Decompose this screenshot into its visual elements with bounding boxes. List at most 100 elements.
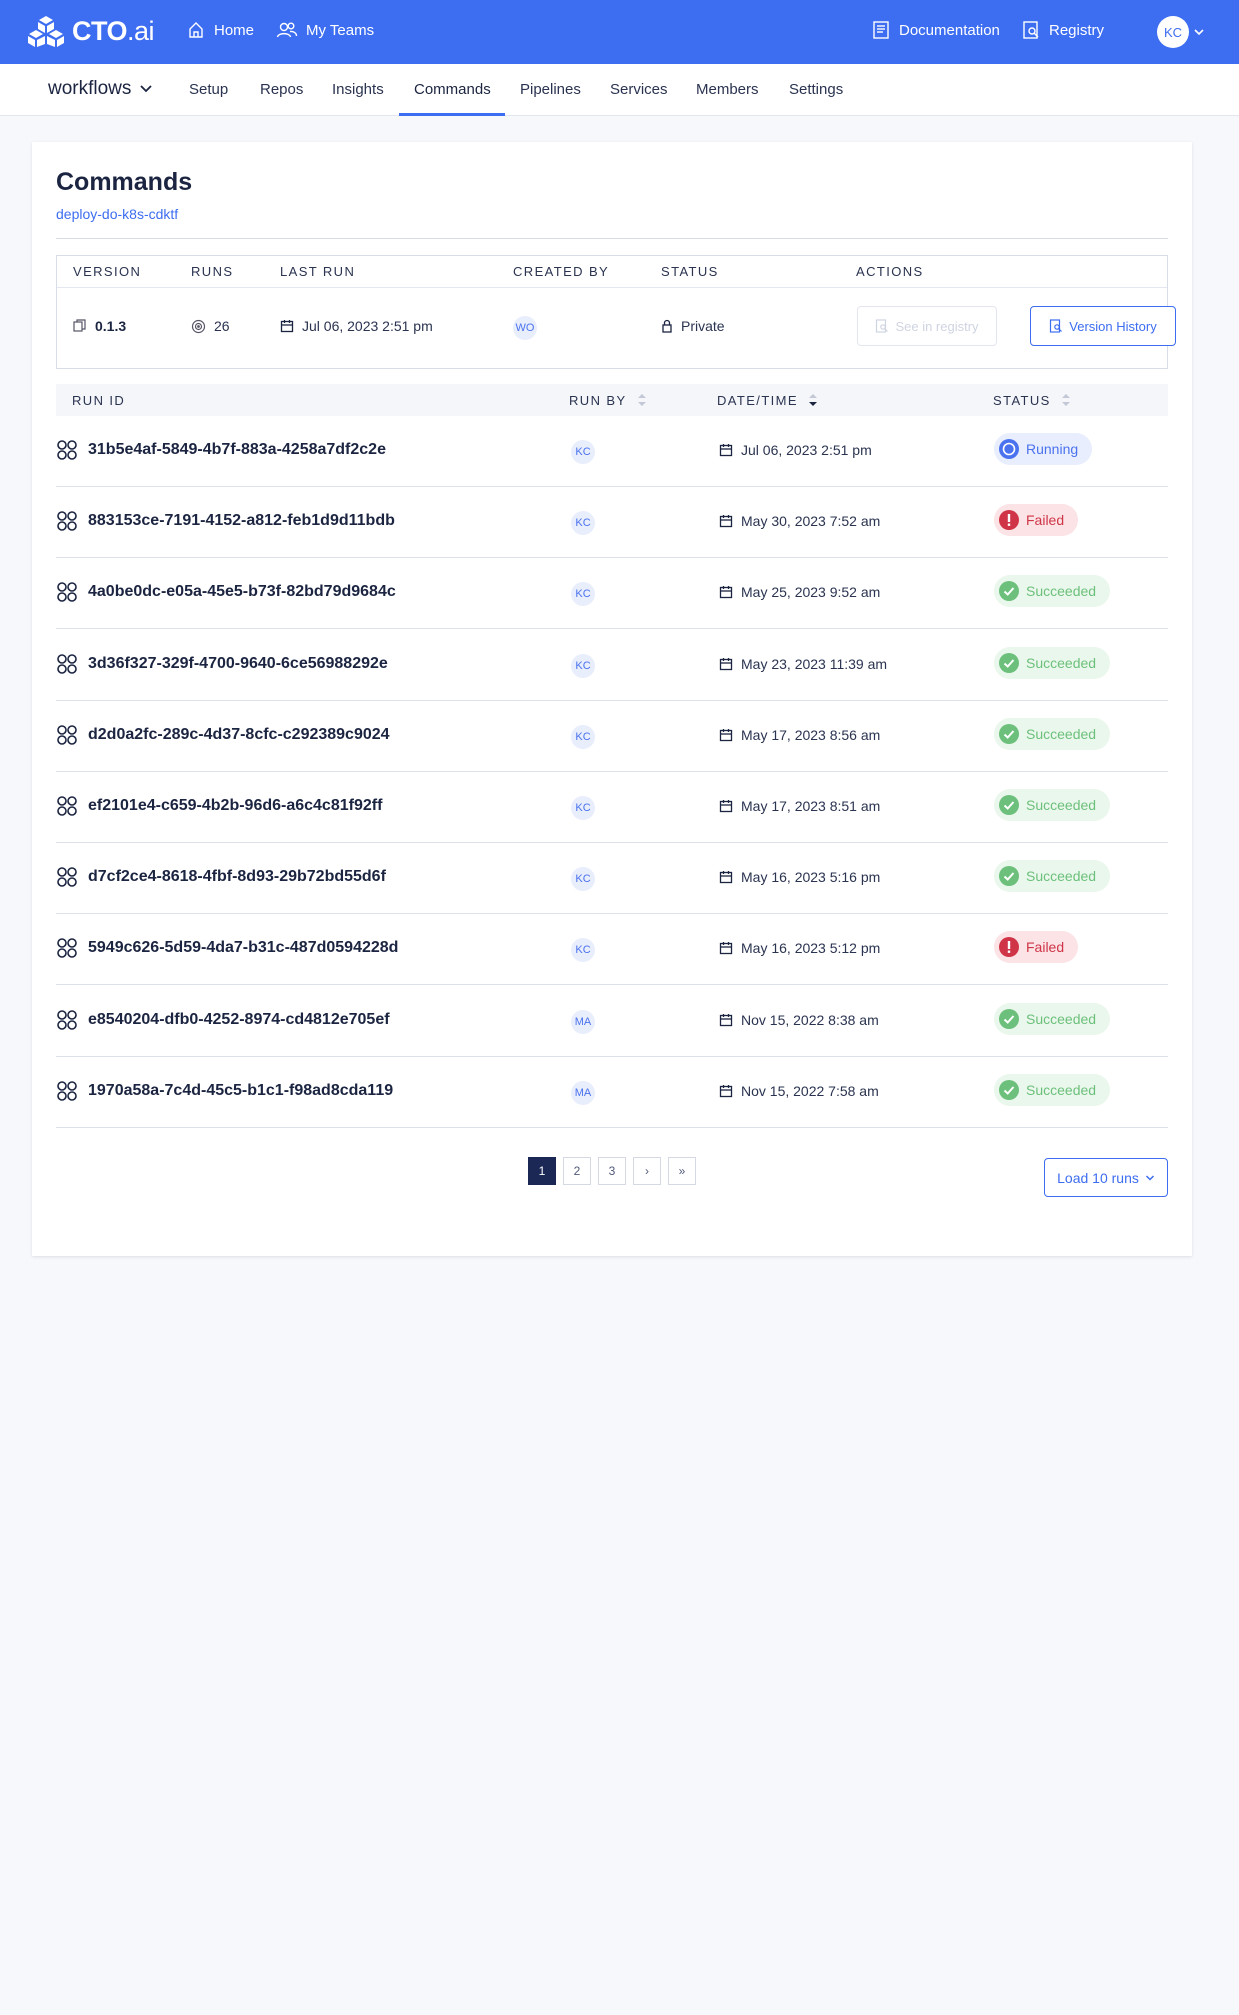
run-id-cell[interactable]: d2d0a2fc-289c-4d37-8cfc-c292389c9024 [56,724,390,746]
run-group-icon [57,582,77,603]
run-by-avatar[interactable]: KC [571,938,595,963]
run-date: May 16, 2023 5:16 pm [741,869,881,886]
run-by-avatar[interactable]: KC [571,511,595,536]
tab-commands[interactable]: Commands [414,81,491,98]
logo[interactable]: CTO.ai [26,14,155,48]
nav-my-teams-label: My Teams [306,21,375,39]
run-id-cell[interactable]: ef2101e4-c659-4b2b-96d6-a6c4c81f92ff [56,795,382,817]
nav-documentation[interactable]: Documentation [871,20,1000,40]
tab-pipelines[interactable]: Pipelines [520,81,581,98]
run-by-avatar[interactable]: KC [571,796,595,820]
sort-date-time[interactable]: DATE/TIME [717,392,818,408]
run-by-avatar[interactable]: MA [571,1009,595,1034]
status-badge: Succeeded [994,1073,1111,1106]
run-id-cell[interactable]: 4a0be0dc-e05a-45e5-b73f-82bd79d9684c [56,581,396,603]
table-row[interactable]: 3d36f327-329f-4700-9640-6ce56988292e KC Ma… [56,630,1168,701]
table-row[interactable]: 883153ce-7191-4152-a812-feb1d9d11bdb KC Ma… [56,487,1168,559]
run-by-cell: KC [571,653,595,678]
command-name-link[interactable]: deploy-do-k8s-cdktf [56,206,178,222]
check-circle-icon [999,581,1019,602]
calendar-icon [280,320,294,333]
last-run-cell: Jul 06, 2023 2:51 pm [280,318,433,334]
nav-documentation-label: Documentation [899,21,1000,39]
run-by-cell: KC [571,796,595,820]
page-2-button[interactable]: 2 [563,1157,591,1185]
page-1-button[interactable]: 1 [528,1157,556,1185]
version-history-button[interactable]: Version History [1030,306,1176,346]
run-id: 5949c626-5d59-4da7-b31c-487d0594228d [88,939,399,957]
run-by-cell: MA [571,1009,595,1034]
page-title: Commands [56,168,193,196]
table-row[interactable]: d7cf2ce4-8618-4fbf-8d93-29b72bd55d6f KC Ma… [56,843,1168,915]
workspace-selector[interactable]: workflows [48,78,153,100]
run-by-avatar[interactable]: MA [571,1080,595,1105]
table-row[interactable]: d2d0a2fc-289c-4d37-8cfc-c292389c9024 KC Ma… [56,701,1168,772]
run-id-cell[interactable]: 5949c626-5d59-4da7-b31c-487d0594228d [56,937,398,959]
table-row[interactable]: ef2101e4-c659-4b2b-96d6-a6c4c81f92ff KC Ma… [56,772,1168,843]
run-by-avatar[interactable]: KC [571,582,595,607]
tab-members[interactable]: Members [696,81,759,98]
table-row[interactable]: e8540204-dfb0-4252-8974-cd4812e705ef MA No… [56,986,1168,1057]
creator-avatar[interactable]: WO [513,316,537,340]
next-page-button[interactable]: › [633,1157,661,1185]
load-more-button[interactable]: Load 10 runs [1044,1158,1168,1197]
run-by-cell: MA [571,1080,595,1105]
nav-my-teams[interactable]: My Teams [276,20,374,40]
run-id: ef2101e4-c659-4b2b-96d6-a6c4c81f92ff [88,797,383,814]
date-time-cell: May 16, 2023 5:16 pm [719,869,880,885]
history-icon [1050,319,1063,333]
error-icon [999,510,1019,531]
runs-icon [191,319,206,333]
table-row[interactable]: 5949c626-5d59-4da7-b31c-487d0594228d KC Ma… [56,914,1168,986]
see-in-registry-button[interactable]: See in registry [857,306,997,346]
run-id-cell[interactable]: e8540204-dfb0-4252-8974-cd4812e705ef [56,1009,390,1031]
calendar-icon [719,515,733,528]
date-time-cell: Nov 15, 2022 7:58 am [719,1083,879,1099]
run-id: 4a0be0dc-e05a-45e5-b73f-82bd79d9684c [88,583,396,601]
visibility-value: Private [681,318,725,334]
header-run-status: STATUS [993,392,1051,408]
runs-cell: 26 [191,318,230,334]
runs-value: 26 [214,318,230,334]
run-id-cell[interactable]: 1970a58a-7c4d-45c5-b1c1-f98ad8cda119 [56,1080,393,1102]
table-row[interactable]: 31b5e4af-5849-4b7f-883a-4258a7df2c2e KC Ju… [56,416,1168,487]
tab-repos[interactable]: Repos [260,81,303,98]
run-by-avatar[interactable]: KC [571,867,595,892]
run-date: May 23, 2023 11:39 am [741,655,888,672]
date-time-cell: May 30, 2023 7:52 am [719,513,880,529]
sort-run-by[interactable]: RUN BY [569,392,647,408]
nav-home-label: Home [214,21,255,39]
run-date: May 25, 2023 9:52 am [741,584,881,601]
run-id-cell[interactable]: 31b5e4af-5849-4b7f-883a-4258a7df2c2e [56,439,386,461]
tab-insights[interactable]: Insights [332,81,384,98]
copy-icon [73,319,86,332]
registry-icon [1023,21,1039,39]
sort-icon [1061,394,1070,406]
tab-services[interactable]: Services [610,81,668,98]
status-badge: Succeeded [994,646,1111,679]
tab-setup[interactable]: Setup [189,81,228,98]
run-group-icon [57,1009,77,1030]
run-group-icon [57,724,77,745]
run-by-avatar[interactable]: KC [571,653,595,678]
run-id-cell[interactable]: d7cf2ce4-8618-4fbf-8d93-29b72bd55d6f [56,866,386,888]
user-avatar[interactable]: KC [1157,16,1189,48]
sort-status[interactable]: STATUS [993,392,1071,408]
nav-registry[interactable]: Registry [1021,20,1104,40]
table-row[interactable]: 1970a58a-7c4d-45c5-b1c1-f98ad8cda119 MA No… [56,1057,1168,1128]
run-by-avatar[interactable]: KC [571,440,595,464]
run-id-cell[interactable]: 3d36f327-329f-4700-9640-6ce56988292e [56,653,388,675]
run-by-avatar[interactable]: KC [571,724,595,749]
run-id-cell[interactable]: 883153ce-7191-4152-a812-feb1d9d11bdb [56,510,395,532]
header-last-run: LAST RUN [280,264,356,279]
run-group-icon [57,796,77,816]
page-3-button[interactable]: 3 [598,1157,626,1185]
run-id: 3d36f327-329f-4700-9640-6ce56988292e [88,654,388,672]
last-page-button[interactable]: » [668,1157,696,1185]
table-row[interactable]: 4a0be0dc-e05a-45e5-b73f-82bd79d9684c KC Ma… [56,558,1168,630]
chevron-down-icon[interactable] [1194,22,1204,42]
brand-name: CTO.ai [72,15,155,46]
nav-home[interactable]: Home [186,20,254,40]
run-by-cell: KC [571,938,595,963]
tab-settings[interactable]: Settings [789,81,843,98]
